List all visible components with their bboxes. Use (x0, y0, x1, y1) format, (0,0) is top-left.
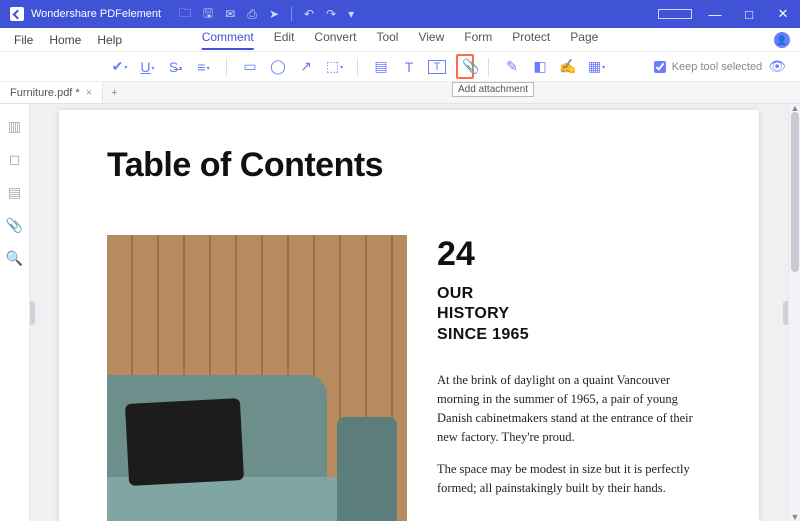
content-image (107, 235, 407, 521)
attachment-tool-icon[interactable]: 📎 (456, 54, 474, 79)
open-icon[interactable]: 🗀 (179, 4, 191, 25)
textbox-tool-icon[interactable]: T (428, 60, 446, 74)
add-tab-button[interactable]: + (103, 87, 125, 99)
keep-tool-selected[interactable]: Keep tool selected 👁 (654, 58, 786, 75)
separator (357, 58, 358, 76)
tab-page[interactable]: Page (570, 30, 598, 50)
keep-tool-checkbox[interactable] (654, 61, 666, 73)
hide-annotations-icon[interactable]: 👁 (768, 58, 786, 75)
main-area: ▥ ◻ ▤ 📎 🔍 Table of Contents 24 (0, 104, 800, 521)
window-controls: — □ ✕ (658, 6, 800, 22)
title-bar: Wondershare PDFelement 🗀 🖫 ✉ ⎙ ➤ ↶ ↷ ▾ —… (0, 0, 800, 28)
pin-icon[interactable] (658, 9, 692, 19)
tab-form[interactable]: Form (464, 30, 492, 50)
oval-tool-icon[interactable]: ◯ (269, 58, 287, 75)
page-handle-left-icon[interactable] (30, 301, 35, 325)
attachments-panel-icon[interactable]: 📎 (6, 217, 23, 234)
scroll-down-icon[interactable]: ▼ (789, 512, 800, 521)
rectangle-tool-icon[interactable]: ▭ (241, 58, 259, 75)
strikeout-tool-icon[interactable]: S̶ (166, 59, 184, 75)
menu-file[interactable]: File (14, 33, 33, 47)
note-tool-icon[interactable]: ▤ (372, 58, 390, 75)
separator (226, 58, 227, 76)
separator (488, 58, 489, 76)
content-text-column: 24 OUR HISTORY SINCE 1965 At the brink o… (437, 235, 711, 521)
scrollbar-thumb[interactable] (791, 112, 799, 272)
document-tab-bar: Furniture.pdf * × + (0, 82, 800, 104)
underline-tool-icon[interactable]: U (138, 59, 156, 75)
signature-tool-icon[interactable]: ✍ (559, 58, 577, 75)
ribbon-tabs: Comment Edit Convert Tool View Form Prot… (202, 30, 599, 50)
arrow-tool-icon[interactable]: ↗ (297, 58, 315, 75)
menu-bar: File Home Help Comment Edit Convert Tool… (0, 28, 800, 52)
dropdown-icon[interactable]: ▾ (348, 7, 354, 21)
vertical-scrollbar[interactable]: ▲ ▼ (788, 104, 800, 521)
maximize-button[interactable]: □ (732, 7, 766, 22)
text-tool-icon[interactable]: T (400, 59, 418, 75)
search-icon[interactable]: 🔍 (6, 250, 23, 267)
comment-toolbar: ✔ U S̶ ≡ ▭ ◯ ↗ ⬚ ▤ T T 📎 ✎ ◧ ✍ ▦ Keep to… (0, 52, 800, 82)
document-canvas[interactable]: Table of Contents 24 OUR HISTORY SINCE 1… (30, 104, 788, 521)
redo-icon[interactable]: ↷ (326, 7, 336, 21)
separator (291, 7, 292, 21)
app-logo-icon (10, 7, 24, 21)
tab-protect[interactable]: Protect (512, 30, 550, 50)
pencil-tool-icon[interactable]: ✎ (503, 58, 521, 75)
user-avatar-icon[interactable]: 👤 (774, 32, 790, 48)
quick-access-toolbar: 🗀 🖫 ✉ ⎙ ➤ ↶ ↷ ▾ (179, 4, 354, 25)
tooltip: Add attachment (452, 82, 534, 97)
body-paragraph: The space may be modest in size but it i… (437, 460, 701, 498)
save-icon[interactable]: 🖫 (203, 4, 213, 25)
comments-icon[interactable]: ▤ (8, 184, 21, 201)
mail-icon[interactable]: ✉ (225, 7, 235, 21)
undo-icon[interactable]: ↶ (304, 7, 314, 21)
app-title: Wondershare PDFelement (31, 8, 161, 20)
keep-tool-label: Keep tool selected (672, 61, 763, 73)
section-subhead: OUR HISTORY SINCE 1965 (437, 284, 701, 345)
close-tab-icon[interactable]: × (86, 87, 92, 99)
list-tool-icon[interactable]: ≡ (194, 59, 212, 75)
shapes-tool-icon[interactable]: ⬚ (325, 58, 343, 75)
menu-home[interactable]: Home (49, 33, 81, 47)
eraser-tool-icon[interactable]: ◧ (531, 58, 549, 75)
tab-tool[interactable]: Tool (376, 30, 398, 50)
document-tab[interactable]: Furniture.pdf * × (0, 82, 103, 103)
document-tab-label: Furniture.pdf * (10, 87, 80, 99)
bookmarks-icon[interactable]: ◻ (9, 151, 21, 168)
page-number-large: 24 (437, 235, 701, 274)
thumbnails-icon[interactable]: ▥ (8, 118, 21, 135)
menu-help[interactable]: Help (97, 33, 122, 47)
minimize-button[interactable]: — (698, 7, 732, 22)
highlight-tool-icon[interactable]: ✔ (110, 58, 128, 75)
tab-comment[interactable]: Comment (202, 30, 254, 50)
side-panel: ▥ ◻ ▤ 📎 🔍 (0, 104, 30, 521)
pdf-page: Table of Contents 24 OUR HISTORY SINCE 1… (59, 110, 759, 521)
print-icon[interactable]: ⎙ (247, 7, 257, 22)
stamp-tool-icon[interactable]: ▦ (587, 58, 605, 75)
close-button[interactable]: ✕ (766, 6, 800, 22)
tab-convert[interactable]: Convert (314, 30, 356, 50)
app-menus: File Home Help (0, 33, 122, 47)
body-paragraph: At the brink of daylight on a quaint Van… (437, 371, 701, 446)
share-icon[interactable]: ➤ (269, 7, 279, 21)
tab-view[interactable]: View (418, 30, 444, 50)
tab-edit[interactable]: Edit (274, 30, 295, 50)
page-heading: Table of Contents (107, 146, 711, 185)
